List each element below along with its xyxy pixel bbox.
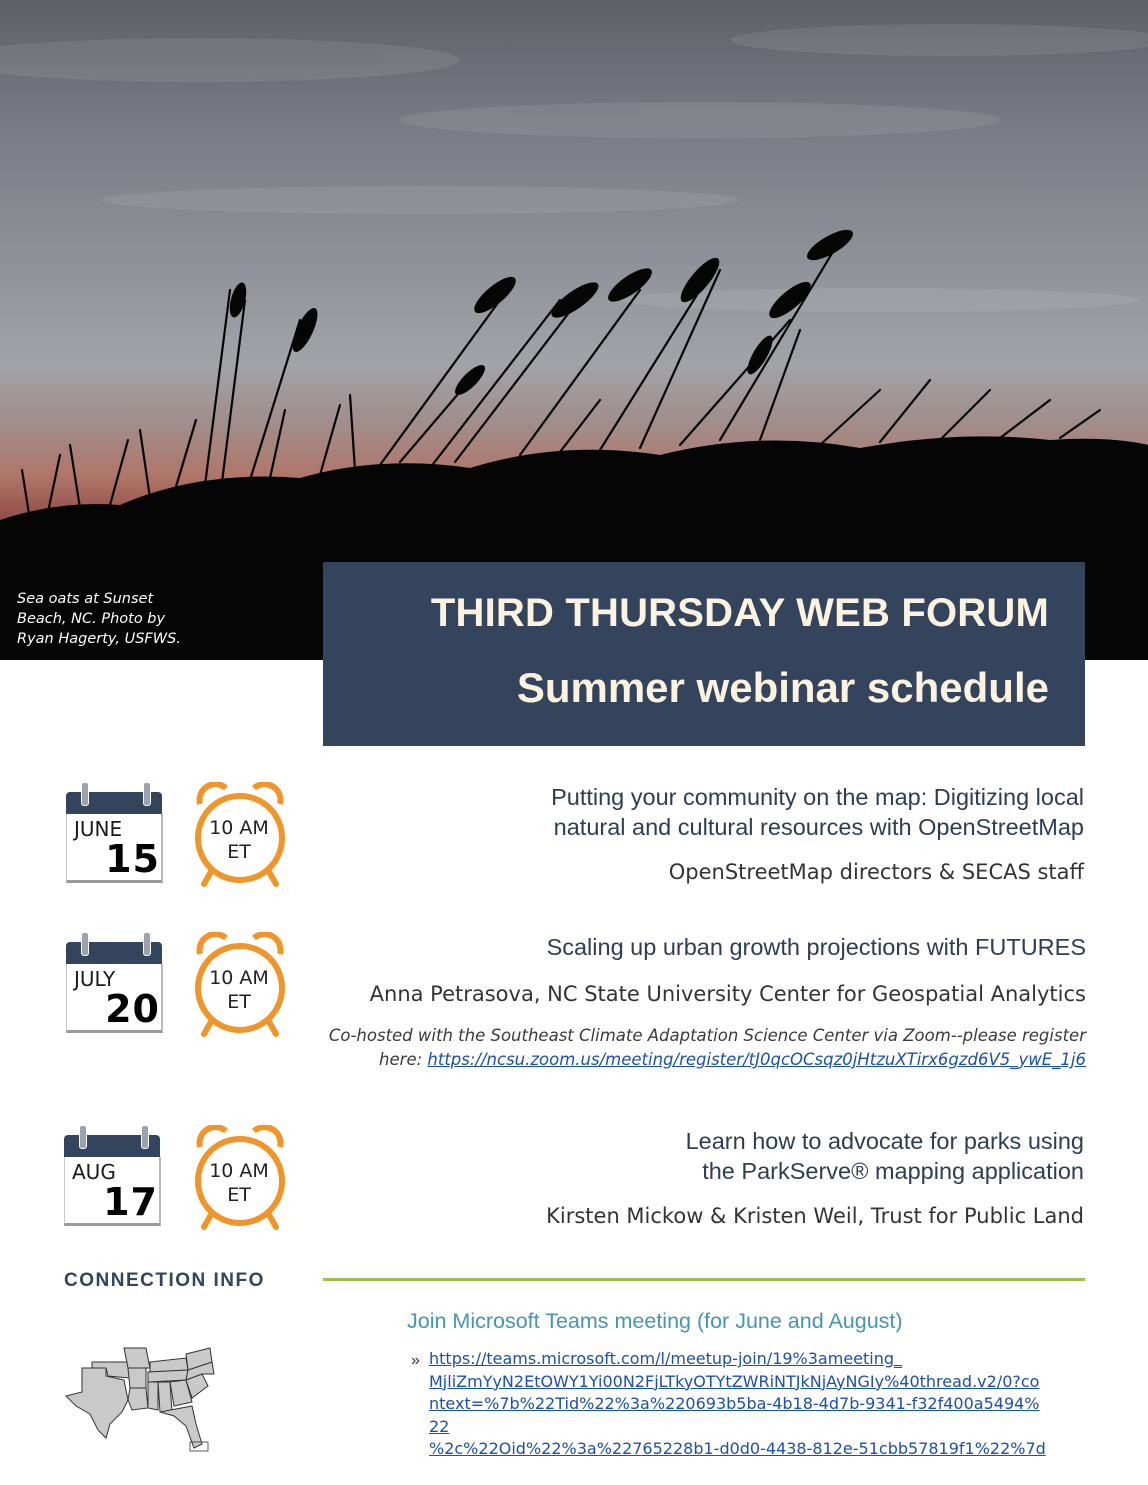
southeast-us-map-icon xyxy=(65,1347,215,1452)
hero-photo: Sea oats at Sunset Beach, NC. Photo by R… xyxy=(0,0,1148,660)
event-august: Learn how to advocate for parks using th… xyxy=(546,1126,1084,1228)
event-speaker: Anna Petrasova, NC State University Cent… xyxy=(369,982,1086,1006)
event-title: Learn how to advocate for parks using th… xyxy=(685,1128,1084,1184)
event-title: Putting your community on the map: Digit… xyxy=(551,784,1084,840)
title-box: THIRD THURSDAY WEB FORUM Summer webinar … xyxy=(323,562,1085,746)
zoom-register-link[interactable]: https://ncsu.zoom.us/meeting/register/tJ… xyxy=(427,1050,1086,1069)
event-timezone: ET xyxy=(227,1184,251,1206)
calendar-icon: AUG 17 xyxy=(64,1125,164,1233)
page-subtitle: Summer webinar schedule xyxy=(516,664,1049,711)
event-note: Co-hosted with the Southeast Climate Ada… xyxy=(328,1026,1086,1069)
calendar-icon: JUNE 15 xyxy=(66,782,166,890)
event-july: Scaling up urban growth projections with… xyxy=(329,932,1086,1072)
event-time: 10 AM xyxy=(209,967,269,989)
alarm-clock-icon: 10 AM ET xyxy=(190,781,290,890)
divider xyxy=(323,1278,1085,1281)
teams-meeting-link[interactable]: https://teams.microsoft.com/l/meetup-joi… xyxy=(429,1348,1049,1461)
bullet-icon: » xyxy=(411,1352,420,1369)
event-title: Scaling up urban growth projections with… xyxy=(546,934,1086,960)
event-timezone: ET xyxy=(227,991,251,1013)
event-speaker: Kirsten Mickow & Kristen Weil, Trust for… xyxy=(546,1204,1084,1228)
photo-caption: Sea oats at Sunset Beach, NC. Photo by R… xyxy=(17,591,181,647)
event-day: 15 xyxy=(105,837,160,881)
alarm-clock-icon: 10 AM ET xyxy=(190,931,290,1040)
teams-meeting-heading: Join Microsoft Teams meeting (for June a… xyxy=(407,1309,903,1333)
event-june: Putting your community on the map: Digit… xyxy=(551,782,1084,884)
event-time: 10 AM xyxy=(209,1160,269,1182)
page-title: THIRD THURSDAY WEB FORUM xyxy=(430,591,1049,635)
calendar-icon: JULY 20 xyxy=(66,932,166,1040)
event-speaker: OpenStreetMap directors & SECAS staff xyxy=(668,860,1084,884)
connection-info-heading: CONNECTION INFO xyxy=(64,1270,265,1291)
event-day: 20 xyxy=(105,987,160,1031)
event-time: 10 AM xyxy=(209,817,269,839)
event-day: 17 xyxy=(103,1180,158,1224)
alarm-clock-icon: 10 AM ET xyxy=(190,1124,290,1233)
sea-oats-silhouette xyxy=(0,24,1148,660)
event-timezone: ET xyxy=(227,841,251,863)
